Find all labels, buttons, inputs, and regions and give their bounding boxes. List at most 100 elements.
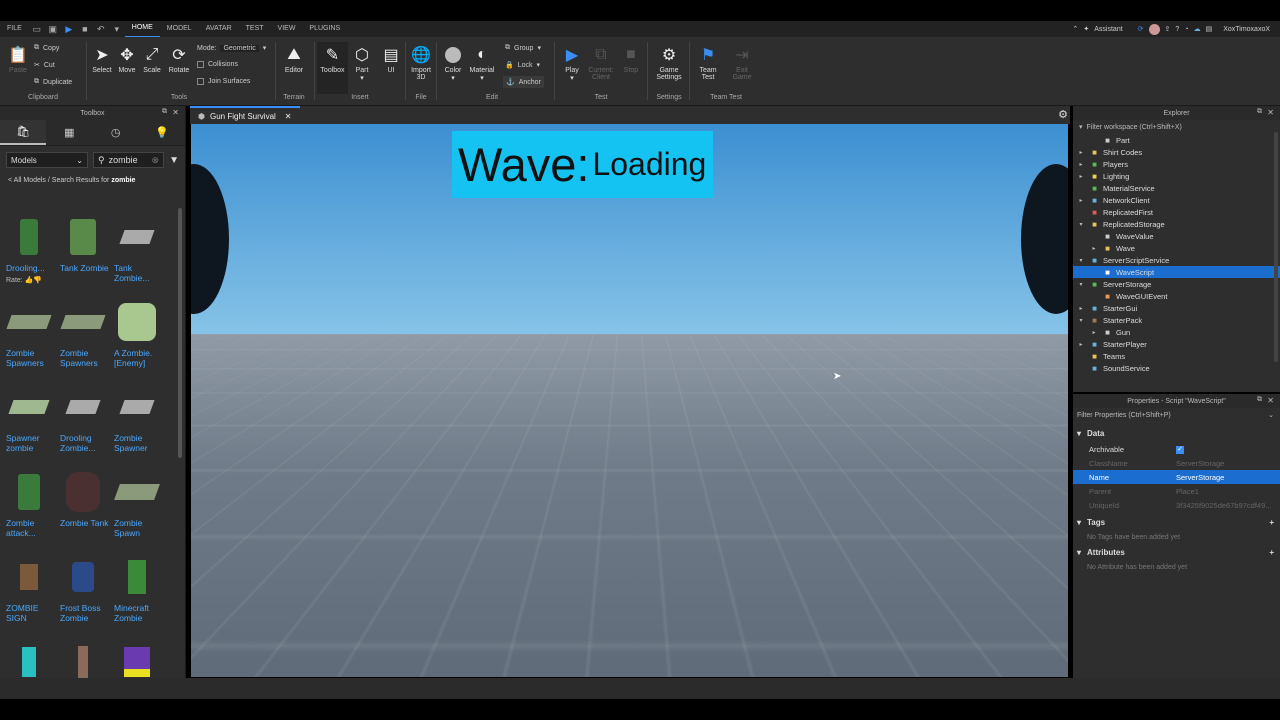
chevron-right-icon[interactable]: ▸ — [1077, 149, 1085, 156]
tree-item[interactable]: ▸ ■ StarterGui — [1073, 302, 1280, 314]
play-small-icon[interactable]: ▶ — [64, 24, 74, 34]
asset-item[interactable]: ZOMBIE SIGN — [6, 554, 58, 623]
tab-marketplace[interactable]: 🛍 — [0, 120, 47, 145]
tree-item[interactable]: ▸ ■ Wave — [1073, 242, 1280, 254]
chevron-down-icon[interactable]: ▾ — [1077, 317, 1085, 324]
search-input[interactable]: ⚲ zombie ⊗ — [93, 152, 165, 168]
current-client-button[interactable]: ⧉ Current: Client — [586, 45, 616, 81]
tree-item[interactable]: ■ WaveGUIEvent — [1073, 290, 1280, 302]
menu-file[interactable]: FILE — [0, 21, 29, 37]
breadcrumb[interactable]: < All Models / Search Results for zombie — [0, 174, 185, 190]
asset-item[interactable]: Drooling... Rate: 👍👎 — [6, 214, 58, 286]
property-row-name[interactable]: Name ServerStorage — [1073, 470, 1280, 484]
close-icon[interactable]: ✕ — [1267, 108, 1274, 117]
viewport[interactable]: Wave: Loading ➤ — [191, 124, 1068, 677]
asset-item[interactable]: Zombie Spawner — [114, 384, 166, 453]
new-file-icon[interactable]: ▭ — [32, 24, 42, 34]
property-row-archivable[interactable]: Archivable ✓ — [1073, 442, 1280, 456]
asset-item[interactable]: Zombie Spawn — [114, 469, 166, 538]
select-button[interactable]: ➤ Select — [90, 45, 114, 74]
asset-item[interactable]: Zombie attack... — [6, 469, 58, 538]
undock-icon[interactable]: ⧉ — [162, 108, 167, 116]
scale-button[interactable]: ⤢ Scale — [140, 45, 164, 74]
property-value[interactable]: ServerStorage — [1176, 473, 1280, 482]
notification-icon[interactable]: ◔ — [1184, 26, 1188, 33]
game-settings-button[interactable]: ⚙ Game Settings — [652, 45, 686, 81]
tree-item[interactable]: ▸ ■ Players — [1073, 158, 1280, 170]
category-select[interactable]: Models ⌄ — [6, 152, 88, 168]
chevron-right-icon[interactable]: ▸ — [1090, 245, 1098, 252]
cloud-icon[interactable]: ☁ — [1194, 25, 1201, 33]
team-test-button[interactable]: ⚑ Team Test — [694, 45, 722, 81]
avatar[interactable] — [1148, 23, 1160, 35]
share-icon[interactable]: ⇪ — [1165, 25, 1171, 33]
assistant-label[interactable]: Assistant — [1094, 26, 1122, 33]
chevron-right-icon[interactable]: ▸ — [1077, 161, 1085, 168]
tree-item[interactable]: ▸ ■ Shirt Codes — [1073, 146, 1280, 158]
dropdown-icon[interactable]: ▾ — [112, 24, 122, 34]
tree-item[interactable]: ▾ ■ ServerStorage — [1073, 278, 1280, 290]
asset-item[interactable]: Drooling Zombie... — [60, 384, 112, 453]
tree-item[interactable]: ▾ ■ ReplicatedStorage — [1073, 218, 1280, 230]
tab-view[interactable]: VIEW — [271, 21, 303, 37]
tree-item[interactable]: ■ WaveValue — [1073, 230, 1280, 242]
undock-icon[interactable]: ⧉ — [1257, 396, 1262, 404]
chat-icon[interactable]: ▤ — [1206, 25, 1213, 33]
asset-item[interactable]: Tank Zombie... — [114, 214, 166, 283]
chevron-right-icon[interactable]: ▸ — [1077, 197, 1085, 204]
tree-item[interactable]: ■ Part — [1073, 134, 1280, 146]
move-button[interactable]: ✥ Move — [115, 45, 139, 74]
tree-item[interactable]: ■ WaveScript — [1073, 266, 1280, 278]
group-button[interactable]: ⧉ Group ▾ — [505, 44, 541, 52]
username[interactable]: XoxTimoxaxoX — [1223, 26, 1270, 33]
chevron-right-icon[interactable]: ▸ — [1090, 329, 1098, 336]
explorer-filter-input[interactable]: ▾ Filter workspace (Ctrl+Shift+X) — [1073, 120, 1280, 134]
filter-icon[interactable]: ▼ — [169, 155, 179, 166]
chevron-down-icon[interactable]: ▾ — [1077, 257, 1085, 264]
paste-button[interactable]: 📋 Paste — [6, 45, 30, 74]
add-icon[interactable]: + — [1269, 548, 1274, 557]
tags-group-header[interactable]: ▾ Tags + — [1073, 515, 1280, 529]
scrollbar[interactable] — [178, 208, 182, 458]
join-surfaces-toggle[interactable]: Join Surfaces — [197, 78, 250, 85]
attributes-group-header[interactable]: ▾ Attributes + — [1073, 545, 1280, 559]
tree-item[interactable]: ▾ ■ StarterPack — [1073, 314, 1280, 326]
close-icon[interactable]: ✕ — [285, 112, 292, 121]
chevron-right-icon[interactable]: ▸ — [1077, 305, 1085, 312]
sync-icon[interactable]: ⟳ — [1138, 25, 1144, 33]
gear-icon[interactable]: ⚙ — [1058, 108, 1068, 121]
chevron-down-icon[interactable]: ▾ — [1077, 281, 1085, 288]
chevron-right-icon[interactable]: ▸ — [1077, 341, 1085, 348]
assistant-icon[interactable]: ✦ — [1083, 25, 1089, 33]
asset-item[interactable]: A Zombie. [Enemy] — [114, 299, 166, 368]
exit-game-button[interactable]: ⇥ Exit Game — [728, 45, 756, 81]
checkbox-checked-icon[interactable]: ✓ — [1176, 446, 1184, 454]
chevron-right-icon[interactable]: ▸ — [1077, 173, 1085, 180]
tab-inventory[interactable]: ▦ — [46, 120, 92, 145]
toolbox-button[interactable]: ✎ Toolbox — [317, 42, 348, 94]
cut-button[interactable]: ✂ Cut — [34, 61, 55, 70]
play-button[interactable]: ▶ Play ▾ — [560, 45, 584, 82]
tree-item[interactable]: ▾ ■ ServerScriptService — [1073, 254, 1280, 266]
tree-item[interactable]: ▸ ■ Lighting — [1073, 170, 1280, 182]
ui-button[interactable]: ▤ UI — [380, 45, 402, 74]
rotate-button[interactable]: ⟳ Rotate — [166, 45, 192, 74]
add-icon[interactable]: + — [1269, 518, 1274, 527]
tree-item[interactable]: ■ ReplicatedFirst — [1073, 206, 1280, 218]
tab-recent[interactable]: ◷ — [93, 120, 139, 145]
duplicate-button[interactable]: ⧉ Duplicate — [34, 78, 72, 86]
asset-item[interactable]: Zombie Tank — [60, 469, 112, 528]
part-button[interactable]: ⬡ Part ▾ — [351, 45, 373, 82]
thumbs-down-icon[interactable]: 👎 — [33, 277, 42, 284]
tab-plugins[interactable]: PLUGINS — [302, 21, 347, 37]
import-3d-button[interactable]: 🌐 Import 3D — [407, 45, 435, 81]
data-group-header[interactable]: ▾ Data — [1073, 426, 1280, 440]
close-icon[interactable]: ✕ — [172, 108, 179, 117]
tab-test[interactable]: TEST — [239, 21, 271, 37]
terrain-editor-button[interactable]: ⛰ Editor — [281, 45, 307, 74]
anchor-button[interactable]: ⚓ Anchor — [503, 76, 544, 88]
clear-icon[interactable]: ⊗ — [152, 155, 160, 166]
tree-item[interactable]: ▸ ■ NetworkClient — [1073, 194, 1280, 206]
copy-button[interactable]: ⧉ Copy — [34, 44, 59, 52]
tab-home[interactable]: HOME — [124, 20, 160, 38]
